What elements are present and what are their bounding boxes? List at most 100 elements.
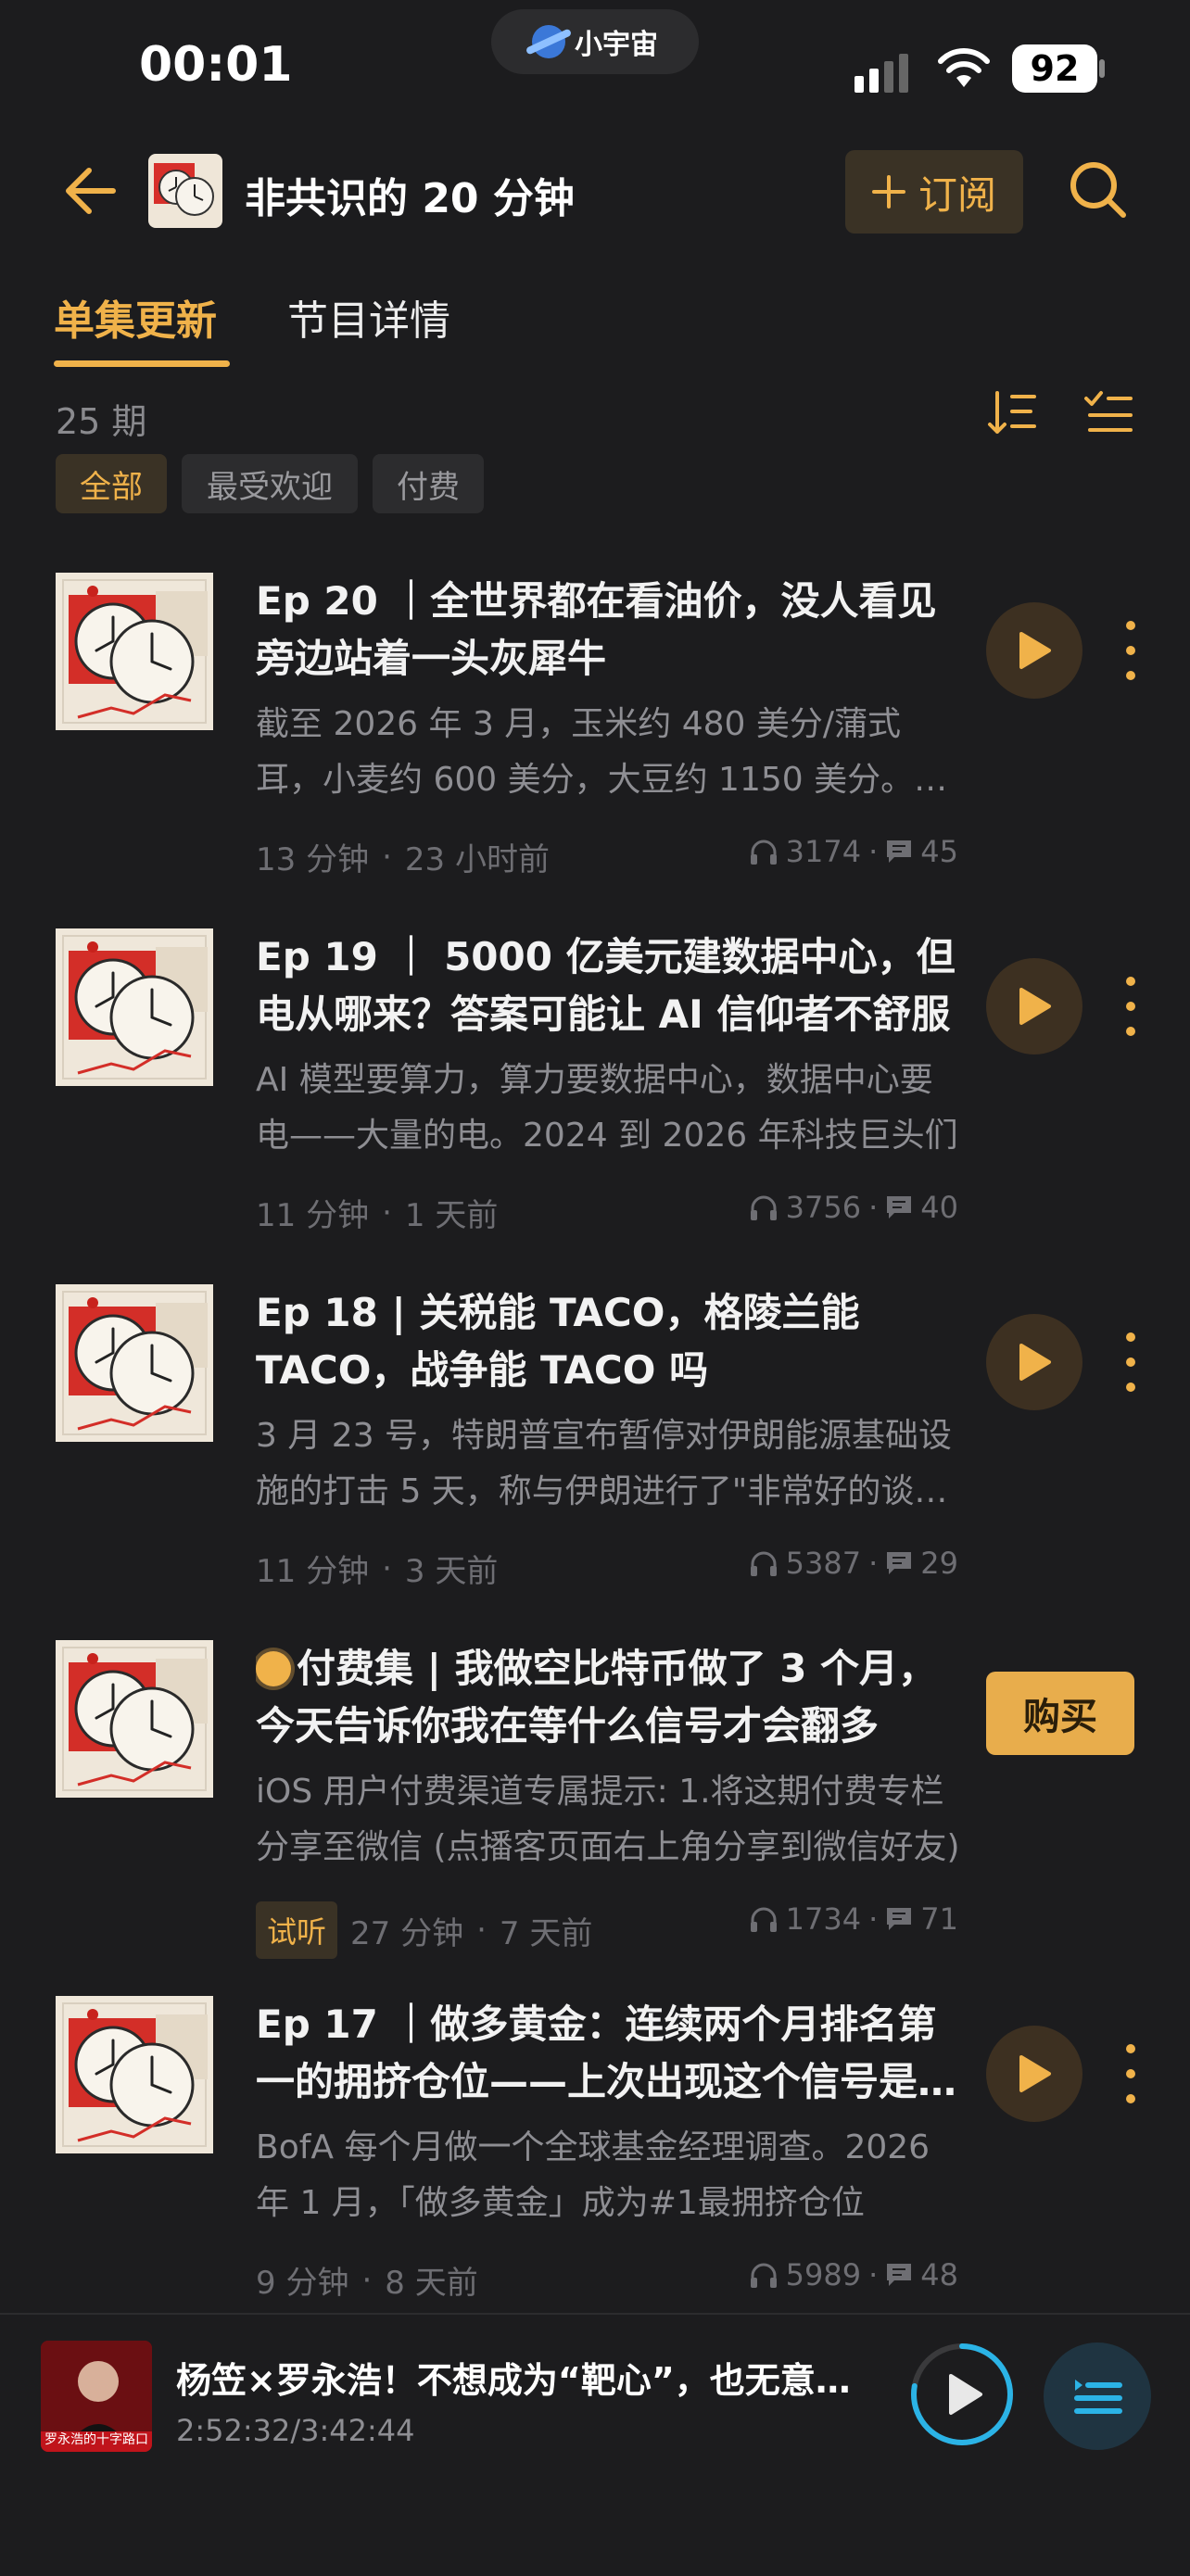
episode-play-button[interactable] — [986, 2026, 1082, 2122]
sort-icon[interactable] — [986, 389, 1038, 437]
playlist-button[interactable] — [1044, 2342, 1151, 2450]
episode-description: 3 月 23 号，特朗普宣布暂停对伊朗能源基础设施的打击 5 天，称与伊朗进行了… — [256, 1417, 953, 1510]
meta-separator: · — [382, 838, 392, 876]
more-options-icon[interactable] — [1120, 621, 1142, 680]
comment-icon — [887, 1196, 912, 1219]
filter-all[interactable]: 全部 — [56, 454, 167, 513]
episode-duration: 11 分钟 — [256, 1553, 370, 1590]
comment-count: 40 — [920, 1190, 958, 1225]
episode-count: 25 期 — [56, 401, 147, 442]
episode-play-button[interactable] — [986, 1314, 1082, 1410]
more-options-icon[interactable] — [1120, 2044, 1142, 2103]
episode-description: iOS 用户付费渠道专属提示: 1.将这期付费专栏分享至微信 (点播客页面右上角… — [256, 1773, 960, 1866]
comment-count: 29 — [920, 1546, 958, 1581]
meta-separator: · — [868, 1901, 879, 1937]
more-options-icon[interactable] — [1120, 1332, 1142, 1392]
episode-description: AI 模型要算力，算力要数据中心，数据中心要电——大量的电。2024 到 202… — [256, 1061, 958, 1155]
episode-cover[interactable] — [56, 573, 213, 730]
buy-button[interactable]: 购买 — [986, 1672, 1134, 1755]
episode-stats: 1734 · 71 — [749, 1901, 958, 1937]
plus-icon — [871, 175, 905, 208]
episode-title-text: Ep 19 ｜ 5000 亿美元建数据中心，但电从哪来？答案可能让 AI 信仰者… — [256, 934, 956, 1037]
episode-cover[interactable] — [56, 1996, 213, 2153]
episode-play-button[interactable] — [986, 958, 1082, 1054]
tab-episodes[interactable]: 单集更新 — [54, 287, 217, 347]
episode-age: 8 天前 — [385, 2265, 478, 2302]
search-icon[interactable] — [1068, 159, 1127, 219]
play-count: 3756 — [785, 1190, 862, 1225]
episode-cover[interactable] — [56, 1284, 213, 1442]
episode-age: 7 天前 — [499, 1914, 593, 1952]
episode-title[interactable]: Ep 20 ｜全世界都在看油价，没人看见旁边站着一头灰犀牛 — [256, 573, 960, 688]
episode-play-button[interactable] — [986, 602, 1082, 699]
status-time: 00:01 — [139, 37, 293, 93]
episode-title[interactable]: 付费集 | 我做空比特币做了 3 个月，今天告诉你我在等什么信号才会翻多 — [256, 1640, 960, 1755]
episode-description: 截至 2026 年 3 月，玉米约 480 美分/蒲式耳，小麦约 600 美分，… — [256, 705, 948, 799]
battery-icon: 92 — [1012, 44, 1097, 93]
play-icon — [949, 2374, 982, 2415]
podcast-title: 非共识的 20 分钟 — [245, 175, 575, 222]
episode-duration: 11 分钟 — [256, 1197, 370, 1234]
episode-stats: 5989 · 48 — [749, 2257, 958, 2292]
now-playing-title: 杨笠×罗永浩！不想成为“靶心”，也无意成为“英雄” — [176, 2360, 880, 2401]
episode-cover[interactable] — [56, 1640, 213, 1798]
headphones-icon — [750, 840, 777, 865]
episode-row[interactable]: Ep 20 ｜全世界都在看油价，没人看见旁边站着一头灰犀牛截至 2026 年 3… — [0, 573, 1190, 928]
trial-badge[interactable]: 试听 — [256, 1901, 338, 1959]
episode-stats: 3756 · 40 — [749, 1190, 958, 1225]
now-playing-time: 2:52:32/3:42:44 — [176, 2413, 415, 2448]
comment-count: 71 — [920, 1901, 958, 1937]
headphones-icon — [750, 1907, 777, 1932]
podcast-cover-small[interactable] — [148, 154, 222, 228]
play-count: 5387 — [785, 1546, 862, 1581]
comment-icon — [887, 840, 912, 863]
episode-title-text: 付费集 | 我做空比特币做了 3 个月，今天告诉你我在等什么信号才会翻多 — [256, 1646, 938, 1749]
back-arrow-icon[interactable] — [65, 167, 117, 215]
subscribe-label: 订阅 — [918, 171, 996, 218]
multi-select-icon[interactable] — [1082, 389, 1134, 437]
episode-meta: 9 分钟 · 8 天前 — [256, 2257, 478, 2303]
play-icon — [1019, 988, 1051, 1025]
playlist-icon — [1074, 2380, 1122, 2414]
episode-meta: 13 分钟 · 23 小时前 — [256, 834, 550, 879]
episode-cover[interactable] — [56, 928, 213, 1086]
episode-row[interactable]: Ep 17 ｜做多黄金：连续两个月排名第一的拥挤仓位——上次出现这个信号是什么时… — [0, 1996, 1190, 2352]
app-pill[interactable]: 小宇宙 — [491, 9, 699, 74]
comment-icon — [887, 1552, 912, 1574]
episode-row[interactable]: 付费集 | 我做空比特币做了 3 个月，今天告诉你我在等什么信号才会翻多 iOS … — [0, 1640, 1190, 1996]
tab-details[interactable]: 节目详情 — [287, 287, 450, 347]
episode-duration: 13 分钟 — [256, 841, 370, 878]
episode-stats: 3174 · 45 — [749, 834, 958, 869]
wifi-icon — [938, 48, 990, 87]
filter-popular[interactable]: 最受欢迎 — [182, 454, 358, 513]
play-count: 3174 — [785, 834, 862, 869]
episode-row[interactable]: Ep 19 ｜ 5000 亿美元建数据中心，但电从哪来？答案可能让 AI 信仰者… — [0, 928, 1190, 1284]
episode-stats: 5387 · 29 — [749, 1546, 958, 1581]
now-playing-art[interactable]: 罗永浩的十字路口 — [41, 2341, 152, 2452]
play-count: 1734 — [785, 1901, 862, 1937]
episode-title-text: Ep 17 ｜做多黄金：连续两个月排名第一的拥挤仓位——上次出现这个信号是什么时… — [256, 2001, 957, 2104]
episode-duration: 9 分钟 — [256, 2265, 349, 2302]
meta-separator: · — [868, 1546, 879, 1581]
episode-title[interactable]: Ep 17 ｜做多黄金：连续两个月排名第一的拥挤仓位——上次出现这个信号是什么时… — [256, 1996, 960, 2111]
meta-separator: · — [476, 1912, 487, 1949]
play-icon — [1019, 2055, 1051, 2092]
now-playing-bar[interactable]: 罗永浩的十字路口 杨笠×罗永浩！不想成为“靶心”，也无意成为“英雄” 2:52:… — [0, 2313, 1190, 2576]
episode-age: 1 天前 — [404, 1197, 499, 1234]
episode-title[interactable]: Ep 18 | 关税能 TACO，格陵兰能 TACO，战争能 TACO 吗 — [256, 1284, 960, 1399]
episode-description: BofA 每个月做一个全球基金经理调查。2026 年 1 月，「做多黄金」成为#… — [256, 2128, 930, 2222]
planet-icon — [532, 25, 565, 58]
battery-tip — [1099, 59, 1105, 78]
player-play-button[interactable] — [908, 2341, 1016, 2448]
paid-badge-icon — [256, 1651, 291, 1686]
episode-title[interactable]: Ep 19 ｜ 5000 亿美元建数据中心，但电从哪来？答案可能让 AI 信仰者… — [256, 928, 960, 1043]
more-options-icon[interactable] — [1120, 977, 1142, 1036]
filter-paid[interactable]: 付费 — [373, 454, 484, 513]
episode-row[interactable]: Ep 18 | 关税能 TACO，格陵兰能 TACO，战争能 TACO 吗 3 月… — [0, 1284, 1190, 1640]
episode-title-text: Ep 20 ｜全世界都在看油价，没人看见旁边站着一头灰犀牛 — [256, 578, 937, 681]
headphones-icon — [750, 2263, 777, 2288]
subscribe-button[interactable]: 订阅 — [845, 150, 1023, 234]
comment-count: 48 — [920, 2257, 958, 2292]
art-caption: 罗永浩的十字路口 — [44, 2432, 148, 2447]
comment-icon — [887, 2264, 912, 2286]
